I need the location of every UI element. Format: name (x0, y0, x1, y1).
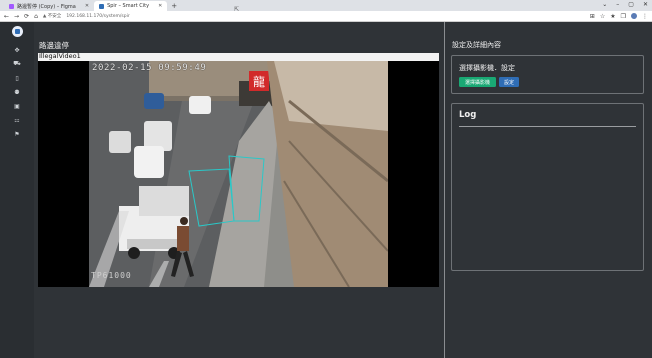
move-icon[interactable]: ✥ (0, 43, 34, 57)
window-controls: ⌄ – ▢ ✕ (602, 1, 648, 8)
main-content: 路邊違停 IllegalVideo1 龍 2022-02-15 09:59:49… (34, 22, 444, 358)
logo-icon[interactable] (11, 26, 23, 37)
video-label-bar: IllegalVideo1 (38, 52, 439, 61)
url-input[interactable]: 192.168.11.170/system/spir (66, 14, 584, 19)
log-divider (459, 126, 636, 127)
log-title: Log (459, 110, 477, 120)
sidebar: ✥ ⛟ ▯ ⚉ ▣ ⚏ ⚑ (0, 22, 34, 358)
sign-text: 龍 (253, 74, 265, 89)
install-icon[interactable]: ⊞ (590, 13, 595, 20)
camera-settings-title: 選擇攝影機．設定 (459, 64, 515, 72)
figma-icon (9, 3, 14, 9)
trash-icon[interactable]: ▯ (0, 71, 34, 85)
browser-actions: ⊞ ☆ ★ ❐ ⋮ (590, 13, 648, 20)
camera-settings-card: 選擇攝影機．設定 選擇攝影機 設定 (451, 55, 644, 94)
car-icon[interactable]: ⛟ (0, 57, 34, 71)
details-panel: 設定及詳細內容 選擇攝影機．設定 選擇攝影機 設定 Log (445, 22, 652, 358)
bookmark-icon[interactable]: ☆ (600, 13, 605, 20)
forward-icon[interactable]: → (14, 13, 19, 20)
reload-icon[interactable]: ⟳ (24, 13, 29, 20)
maximize-icon[interactable]: ▢ (628, 1, 634, 8)
megaphone-icon[interactable]: ⚑ (0, 127, 34, 141)
address-bar: ← → ⟳ ⌂ ▲ 不安全 192.168.11.170/system/spir… (0, 11, 652, 22)
browser-tab-figma[interactable]: 路邊暫停 (Copy) – Figma ✕ (4, 1, 94, 11)
profile-avatar[interactable] (631, 13, 637, 19)
menu-icon[interactable]: ⋮ (642, 13, 648, 20)
minimize-icon[interactable]: – (616, 1, 619, 8)
video-timestamp: 2022-02-15 09:59:49 (92, 63, 207, 73)
settings-button[interactable]: 設定 (499, 77, 519, 87)
select-camera-button[interactable]: 選擇攝影機 (459, 77, 496, 87)
tab-label: 路邊暫停 (Copy) – Figma (17, 3, 76, 10)
home-icon[interactable]: ⌂ (34, 13, 38, 20)
parking-icon[interactable]: ⚏ (0, 113, 34, 127)
browser-tab-strip: 路邊暫停 (Copy) – Figma ✕ Spir – Smart City … (0, 0, 652, 11)
bus-icon[interactable]: ▣ (0, 99, 34, 113)
mouse-cursor-icon: ⇱ (234, 6, 240, 13)
app-favicon-icon (99, 3, 105, 9)
page-title: 路邊違停 (39, 41, 69, 50)
log-card: Log (451, 103, 644, 271)
camera-feed: 龍 2022-02-15 09:59:49 TP61000 (89, 61, 388, 287)
security-warning[interactable]: ▲ 不安全 (43, 13, 61, 19)
video-label: IllegalVideo1 (39, 52, 81, 60)
browser-tab-spir[interactable]: Spir – Smart City ✕ (94, 1, 168, 11)
street-scene: 龍 (89, 61, 388, 287)
side-panel-icon[interactable]: ❐ (621, 13, 626, 20)
app: ✥ ⛟ ▯ ⚉ ▣ ⚏ ⚑ 路邊違停 IllegalVideo1 龍 2022-… (0, 22, 652, 358)
panel-title: 設定及詳細內容 (452, 41, 501, 49)
close-icon[interactable]: ✕ (85, 3, 89, 9)
window-close-icon[interactable]: ✕ (643, 1, 648, 8)
user-add-icon[interactable]: ⚉ (0, 85, 34, 99)
back-icon[interactable]: ← (4, 13, 9, 20)
video-player[interactable]: 龍 2022-02-15 09:59:49 TP61000 (38, 61, 439, 287)
extensions-icon[interactable]: ★ (610, 13, 615, 20)
close-icon[interactable]: ✕ (158, 3, 162, 9)
tab-search-icon[interactable]: ⌄ (602, 1, 607, 8)
camera-id-overlay: TP61000 (91, 271, 132, 280)
new-tab-button[interactable]: + (171, 1, 177, 11)
tab-label: Spir – Smart City (107, 3, 150, 9)
